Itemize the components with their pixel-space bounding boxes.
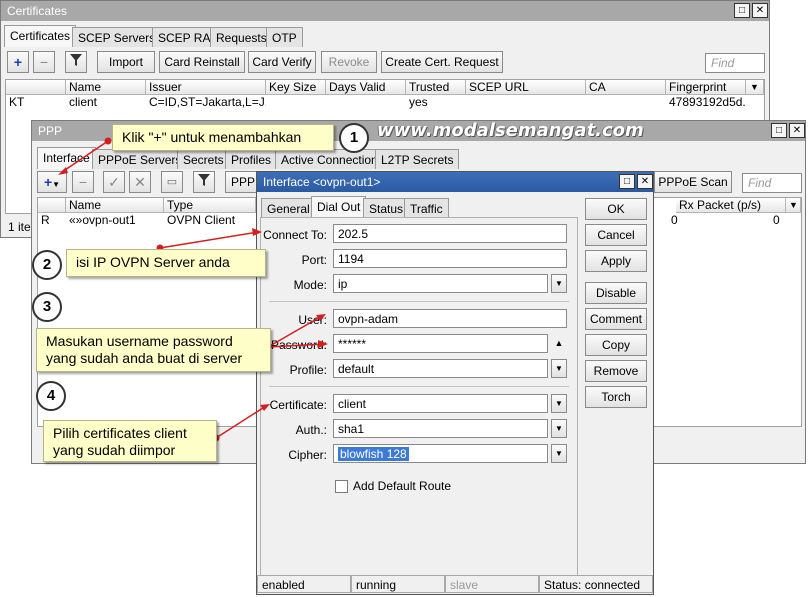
step-4-badge: 4 — [36, 381, 66, 411]
arrow-3b — [267, 343, 325, 348]
arrow-2 — [159, 231, 259, 249]
note-step-2: isi IP OVPN Server anda — [66, 249, 266, 277]
arrow-4-head — [260, 404, 270, 411]
arrow-1-dot — [104, 137, 112, 145]
note-step-4-line2: yang sudah diimpor — [53, 442, 176, 458]
arrow-4 — [215, 405, 267, 439]
arrow-2-head — [252, 228, 262, 236]
annotation-arrows — [58, 137, 328, 442]
arrow-1 — [61, 140, 109, 173]
note-step-1: Klik "+" untuk menambahkan — [112, 124, 334, 151]
step-3-badge: 3 — [32, 292, 62, 322]
note-step-3: Masukan username password yang sudah and… — [36, 328, 271, 372]
note-step-4: Pilih certificates client yang sudah dii… — [43, 420, 217, 462]
note-step-4-line1: Pilih certificates client — [53, 425, 187, 441]
step-1-badge: 1 — [339, 123, 369, 153]
note-step-3-line1: Masukan username password — [46, 333, 233, 349]
arrow-3a-head — [316, 314, 326, 321]
arrow-3b-head — [318, 340, 328, 348]
arrow-3a — [267, 315, 323, 348]
note-step-3-line2: yang sudah anda buat di server — [46, 350, 243, 366]
step-2-badge: 2 — [32, 250, 62, 280]
